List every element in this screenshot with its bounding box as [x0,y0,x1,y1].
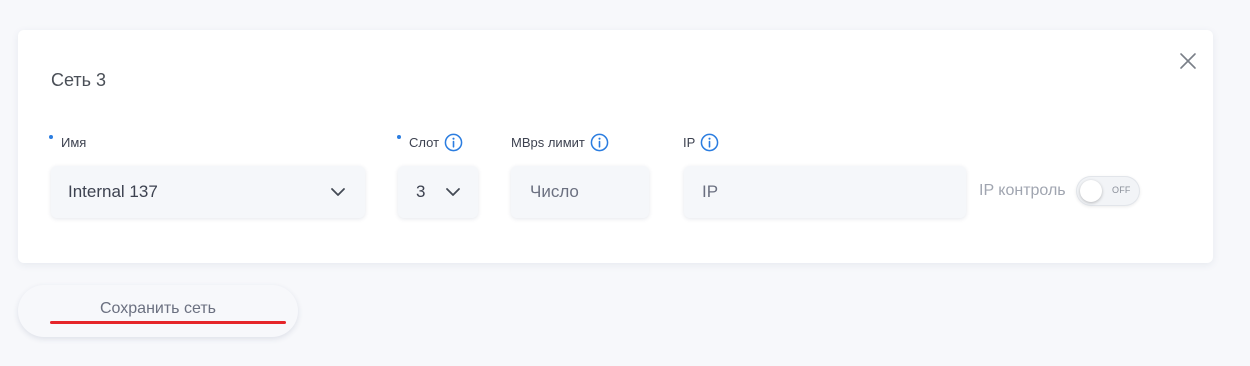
ip-control-label: IP контроль [979,182,1066,199]
save-network-label: Сохранить сеть [100,300,216,317]
mbps-limit-label: MBps лимит [511,132,609,152]
close-icon[interactable] [1177,50,1199,72]
name-select-value: Internal 137 [68,182,158,201]
ip-control-toggle[interactable]: OFF [1075,176,1140,206]
ip-placeholder: IP [702,182,719,201]
required-dot [49,135,53,139]
info-icon[interactable] [444,133,463,152]
mbps-limit-placeholder: Число [530,182,579,201]
ip-control: IP контроль OFF [979,176,1140,206]
mbps-limit-label-text: MBps лимит [511,134,585,150]
slot-select-value: 3 [416,182,426,201]
ip-label: IP [683,132,719,152]
slot-select[interactable]: 3 [398,166,478,218]
card-title: Сеть 3 [51,70,107,90]
save-network-button[interactable]: Сохранить сеть [18,285,298,337]
name-select[interactable]: Internal 137 [51,166,365,218]
mbps-limit-input[interactable]: Число [511,166,649,218]
name-label-text: Имя [61,134,87,150]
required-dot [397,135,401,139]
chevron-down-icon [446,188,460,196]
name-label: Имя [49,132,86,152]
ip-label-text: IP [683,134,696,150]
slot-label-text: Слот [409,134,440,150]
page: Сеть 3 Имя Internal 137 Слот 3 MBps лими… [0,0,1250,366]
ip-input[interactable]: IP [684,166,966,218]
info-icon[interactable] [590,133,609,152]
toggle-knob [1079,180,1102,202]
slot-label: Слот [397,132,463,152]
chevron-down-icon [331,188,345,196]
info-icon[interactable] [700,133,719,152]
network-card: Сеть 3 Имя Internal 137 Слот 3 MBps лими… [18,30,1213,263]
toggle-state-text: OFF [1112,185,1131,195]
highlight-underline [50,321,286,324]
